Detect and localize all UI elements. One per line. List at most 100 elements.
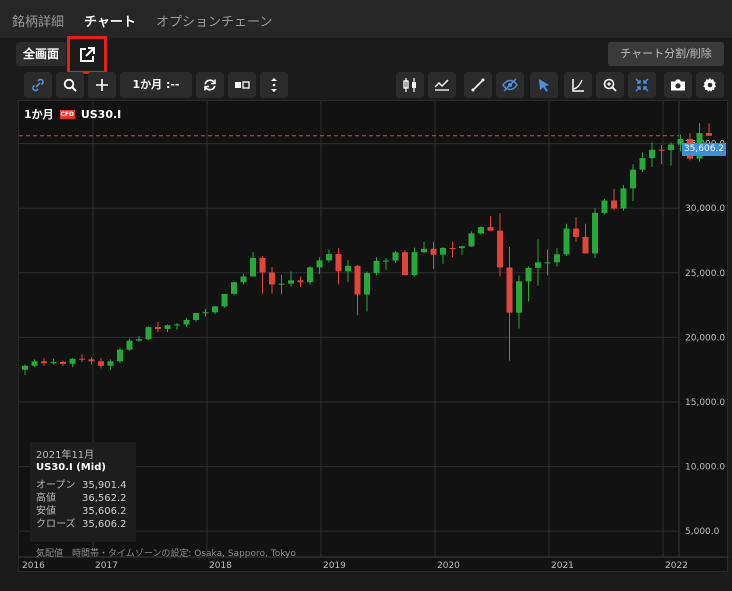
tab-stock-detail[interactable]: 銘柄詳細 xyxy=(12,11,64,30)
candle-body xyxy=(620,188,627,209)
compare-icon xyxy=(235,81,250,89)
draw-line-button[interactable] xyxy=(464,72,492,98)
more-vertical-icon xyxy=(271,78,277,92)
candle-body xyxy=(554,254,560,263)
candle-body xyxy=(193,312,199,320)
current-price-tag: 35,606.2 xyxy=(682,143,726,156)
settings-button[interactable] xyxy=(696,72,724,98)
candle-body xyxy=(307,267,313,283)
x-tick-label: 2016 xyxy=(22,561,45,571)
candle-body xyxy=(155,327,161,329)
ohlc-high-row: 高値 36,562.2 xyxy=(36,489,130,504)
candle-body xyxy=(535,262,541,268)
candle-body xyxy=(79,358,85,360)
candle-body xyxy=(525,267,532,282)
x-tick-label: 2020 xyxy=(437,561,460,571)
candle-body xyxy=(706,133,712,136)
candle-body xyxy=(269,272,275,285)
candle-body xyxy=(288,280,294,284)
candle-body xyxy=(582,236,589,254)
cursor-button[interactable] xyxy=(530,72,558,98)
hide-icon xyxy=(502,78,518,92)
x-tick-label: 2019 xyxy=(323,561,346,571)
search-button[interactable] xyxy=(56,72,84,98)
candle-body xyxy=(240,276,247,283)
candle-body xyxy=(221,293,228,307)
plus-icon xyxy=(96,79,108,91)
candle-body xyxy=(411,252,418,276)
collapse-icon xyxy=(635,78,649,92)
x-tick-label: 2017 xyxy=(95,561,118,571)
candle-body xyxy=(392,252,399,261)
candle-body xyxy=(164,325,171,329)
candle-body xyxy=(60,361,66,364)
hide-drawings-button[interactable] xyxy=(496,72,524,98)
candle-body xyxy=(364,272,370,295)
candle-body xyxy=(202,312,209,314)
y-tick-label: 30,000.0 xyxy=(685,204,725,214)
candlestick-icon xyxy=(403,78,416,92)
tab-bar: 銘柄詳細 チャート オプションチェーン xyxy=(0,0,732,38)
vertical-adjust-button[interactable] xyxy=(260,72,288,98)
tab-chart[interactable]: チャート xyxy=(84,11,136,30)
candle-body xyxy=(259,257,266,273)
chart-tools-toolbar: 1か月 :-- xyxy=(18,72,726,100)
candle-body xyxy=(440,248,446,255)
y-tick-label: 10,000.0 xyxy=(685,463,725,473)
indicator-button[interactable] xyxy=(428,72,456,98)
candle-body xyxy=(345,265,351,272)
link-button[interactable] xyxy=(24,72,52,98)
candle-body xyxy=(459,246,465,249)
x-tick-label: 2022 xyxy=(665,561,688,571)
candle-body xyxy=(212,306,218,313)
popout-button[interactable] xyxy=(67,36,107,74)
y-tick-label: 20,000.0 xyxy=(685,333,725,343)
screenshot-button[interactable] xyxy=(664,72,692,98)
ohlc-symbol: US30.I (Mid) xyxy=(36,462,106,473)
candle-body xyxy=(516,281,522,313)
candle-body xyxy=(639,158,646,170)
y-tick-label: 25,000.0 xyxy=(685,269,725,279)
symbol-label: 1か月 CFD US30.I xyxy=(24,106,121,122)
candle-body xyxy=(601,200,608,213)
candle-body xyxy=(136,339,142,341)
y-tick-label: 5,000.0 xyxy=(685,527,720,537)
period-selector[interactable]: 1か月 :-- xyxy=(120,72,192,98)
search-icon xyxy=(63,78,77,92)
candle-body xyxy=(145,327,152,340)
ohlc-open-row: オープン 35,901.4 xyxy=(36,476,130,491)
camera-icon xyxy=(671,79,685,91)
x-tick-label: 2018 xyxy=(209,561,232,571)
ohlc-close-row: クローズ 35,606.2 xyxy=(36,515,130,530)
candle-body xyxy=(658,149,665,151)
fibonacci-button[interactable] xyxy=(564,72,592,98)
zoom-button[interactable] xyxy=(596,72,624,98)
ohlc-close-label: クローズ xyxy=(36,519,76,530)
chart-type-button[interactable] xyxy=(396,72,424,98)
candle-body xyxy=(573,228,579,237)
candle-body xyxy=(430,248,437,255)
candle-body xyxy=(402,252,408,276)
add-button[interactable] xyxy=(88,72,116,98)
candle-body xyxy=(373,260,380,273)
collapse-button[interactable] xyxy=(628,72,656,98)
candle-body xyxy=(117,349,123,362)
link-icon xyxy=(32,78,44,92)
tab-option-chain[interactable]: オプションチェーン xyxy=(156,11,272,30)
compare-button[interactable] xyxy=(228,72,256,98)
gear-icon xyxy=(703,78,716,92)
candle-body xyxy=(421,248,427,253)
timezone-note: 気配値 時間帯・タイムゾーンの設定: Osaka, Sapporo, Tokyo xyxy=(36,549,296,559)
refresh-button[interactable] xyxy=(196,72,224,98)
symbol-name: US30.I xyxy=(80,107,122,121)
ohlc-tooltip: 2021年11月 US30.I (Mid) オープン 35,901.4 高値 36,… xyxy=(30,442,136,542)
split-chart-button[interactable]: チャート分割/削除 xyxy=(608,42,724,66)
candle-body xyxy=(592,212,598,254)
candle-body xyxy=(487,227,494,231)
fullscreen-button[interactable]: 全画面 xyxy=(16,42,66,66)
candle-body xyxy=(468,233,475,247)
candle-body xyxy=(383,260,389,262)
candle-body xyxy=(69,358,76,364)
cursor-icon xyxy=(539,79,549,92)
candle-body xyxy=(278,283,285,285)
